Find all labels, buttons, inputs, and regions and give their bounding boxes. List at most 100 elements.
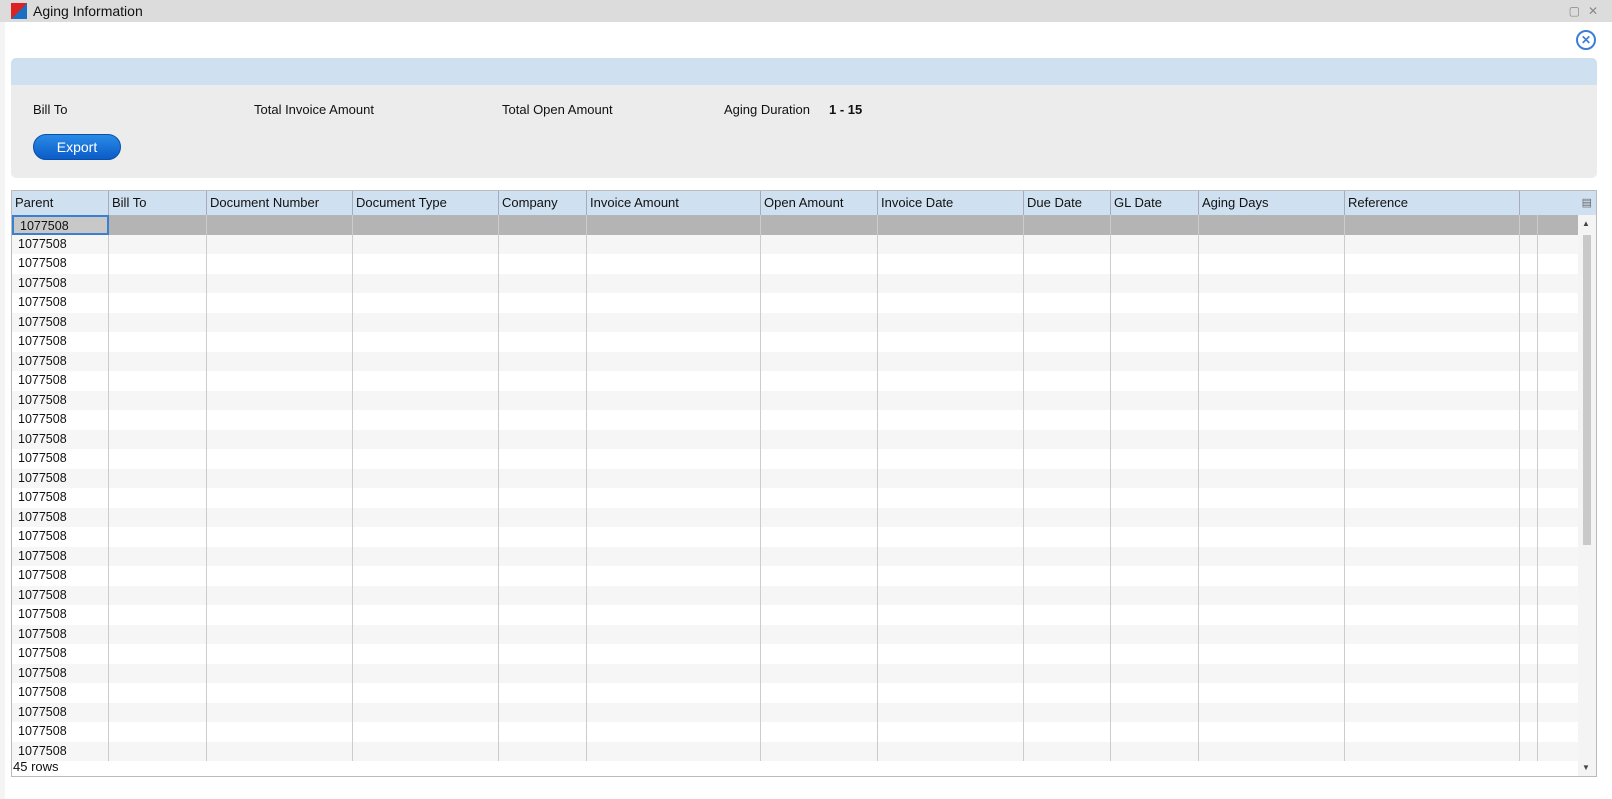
table-cell[interactable]: [207, 234, 353, 254]
table-cell[interactable]: [207, 527, 353, 547]
table-cell[interactable]: [207, 449, 353, 469]
table-cell[interactable]: [499, 683, 587, 703]
table-cell[interactable]: [878, 254, 1024, 274]
table-cell[interactable]: [1024, 410, 1111, 430]
table-cell[interactable]: [1024, 566, 1111, 586]
table-row[interactable]: 1077508: [12, 527, 1578, 547]
table-cell[interactable]: [1024, 390, 1111, 410]
table-cell[interactable]: [499, 527, 587, 547]
table-cell[interactable]: [761, 683, 878, 703]
table-cell[interactable]: [109, 741, 207, 761]
parent-cell[interactable]: 1077508: [12, 722, 109, 742]
table-cell[interactable]: [207, 351, 353, 371]
table-cell[interactable]: [761, 624, 878, 644]
table-cell[interactable]: [1520, 566, 1538, 586]
column-header-invoice-amount[interactable]: Invoice Amount: [587, 191, 761, 215]
table-cell[interactable]: [1345, 293, 1520, 313]
table-cell[interactable]: [1345, 449, 1520, 469]
table-cell[interactable]: [1024, 488, 1111, 508]
table-cell[interactable]: [1199, 293, 1345, 313]
table-cell[interactable]: [1520, 585, 1538, 605]
table-cell[interactable]: [878, 410, 1024, 430]
close-dialog-icon[interactable]: ✕: [1576, 30, 1596, 50]
table-cell[interactable]: [353, 741, 499, 761]
table-cell[interactable]: [1520, 527, 1538, 547]
table-cell[interactable]: [499, 585, 587, 605]
table-cell[interactable]: [207, 546, 353, 566]
table-cell[interactable]: [353, 585, 499, 605]
parent-cell[interactable]: 1077508: [12, 234, 109, 254]
table-cell[interactable]: [587, 449, 761, 469]
table-cell[interactable]: [1111, 605, 1199, 625]
table-cell[interactable]: [1111, 683, 1199, 703]
table-cell[interactable]: [353, 273, 499, 293]
table-cell[interactable]: [1345, 468, 1520, 488]
column-header-reference[interactable]: Reference: [1345, 191, 1520, 215]
table-cell[interactable]: [587, 351, 761, 371]
table-cell[interactable]: [353, 566, 499, 586]
table-cell[interactable]: [207, 390, 353, 410]
table-cell[interactable]: [1199, 722, 1345, 742]
table-cell[interactable]: [761, 468, 878, 488]
table-cell[interactable]: [1111, 644, 1199, 664]
table-cell[interactable]: [761, 488, 878, 508]
table-cell[interactable]: [1024, 273, 1111, 293]
table-cell[interactable]: [353, 624, 499, 644]
table-cell[interactable]: [761, 332, 878, 352]
parent-cell[interactable]: 1077508: [12, 683, 109, 703]
table-cell[interactable]: [1199, 683, 1345, 703]
table-cell[interactable]: [1520, 507, 1538, 527]
table-cell[interactable]: [1520, 332, 1538, 352]
table-cell[interactable]: [878, 605, 1024, 625]
table-cell[interactable]: [1199, 644, 1345, 664]
table-cell[interactable]: [353, 722, 499, 742]
table-cell[interactable]: [207, 683, 353, 703]
table-cell[interactable]: [109, 410, 207, 430]
table-cell[interactable]: [109, 488, 207, 508]
table-cell[interactable]: [499, 449, 587, 469]
table-cell[interactable]: [1345, 566, 1520, 586]
table-cell[interactable]: [499, 312, 587, 332]
table-cell[interactable]: [1111, 449, 1199, 469]
table-cell[interactable]: [761, 741, 878, 761]
table-cell[interactable]: [109, 429, 207, 449]
table-cell[interactable]: [109, 351, 207, 371]
table-cell[interactable]: [207, 215, 353, 235]
table-cell[interactable]: [1345, 507, 1520, 527]
table-cell[interactable]: [499, 273, 587, 293]
table-cell[interactable]: [761, 507, 878, 527]
table-cell[interactable]: [207, 624, 353, 644]
table-cell[interactable]: [1520, 273, 1538, 293]
table-cell[interactable]: [878, 312, 1024, 332]
table-cell[interactable]: [1520, 468, 1538, 488]
table-cell[interactable]: [1520, 410, 1538, 430]
table-cell[interactable]: [207, 605, 353, 625]
table-cell[interactable]: [878, 351, 1024, 371]
table-cell[interactable]: [1199, 429, 1345, 449]
table-cell[interactable]: [207, 332, 353, 352]
table-cell[interactable]: [109, 312, 207, 332]
table-cell[interactable]: [761, 449, 878, 469]
table-cell[interactable]: [878, 741, 1024, 761]
table-row[interactable]: 1077508: [12, 624, 1578, 644]
table-row[interactable]: 1077508: [12, 449, 1578, 469]
table-cell[interactable]: [499, 507, 587, 527]
table-cell[interactable]: [353, 410, 499, 430]
table-cell[interactable]: [1199, 702, 1345, 722]
table-cell[interactable]: [587, 215, 761, 235]
table-cell[interactable]: [1520, 624, 1538, 644]
table-cell[interactable]: [1111, 273, 1199, 293]
table-cell[interactable]: [761, 605, 878, 625]
scroll-down-icon[interactable]: ▼: [1582, 763, 1590, 772]
table-cell[interactable]: [1024, 468, 1111, 488]
parent-cell[interactable]: 1077508: [12, 585, 109, 605]
table-cell[interactable]: [587, 488, 761, 508]
table-cell[interactable]: [1345, 741, 1520, 761]
parent-cell[interactable]: 1077508: [12, 663, 109, 683]
table-cell[interactable]: [587, 273, 761, 293]
table-cell[interactable]: [761, 663, 878, 683]
table-cell[interactable]: [109, 507, 207, 527]
table-cell[interactable]: [109, 293, 207, 313]
table-cell[interactable]: [1199, 488, 1345, 508]
table-cell[interactable]: [1111, 741, 1199, 761]
